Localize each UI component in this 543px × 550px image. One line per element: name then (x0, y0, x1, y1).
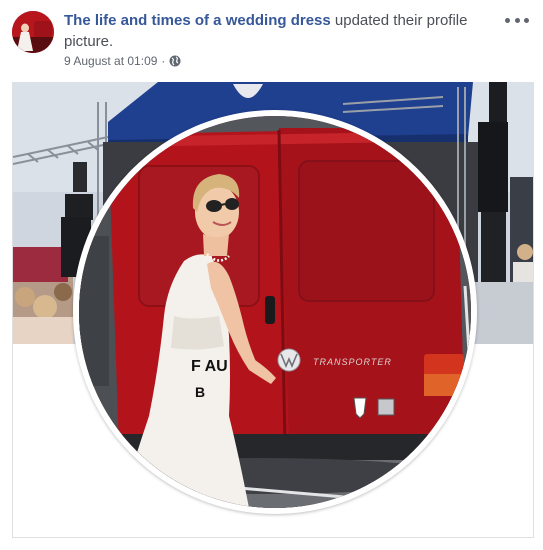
page-name-link[interactable]: The life and times of a wedding dress (64, 12, 331, 29)
post-photo[interactable]: F AU TRANSPORTER B (12, 82, 534, 538)
more-dot (505, 17, 510, 23)
globe-icon[interactable] (169, 55, 181, 67)
post-timestamp[interactable]: 9 August at 01:09 (64, 53, 157, 69)
post-meta: 9 August at 01:09 · (64, 53, 181, 69)
post-header: The life and times of a wedding dress up… (64, 10, 494, 52)
more-dot (524, 17, 529, 23)
van-model-badge: TRANSPORTER (313, 357, 392, 367)
feed-post: The life and times of a wedding dress up… (0, 0, 543, 550)
profile-picture[interactable]: F AU TRANSPORTER B (73, 110, 477, 514)
meta-separator: · (161, 54, 166, 68)
page-avatar[interactable] (12, 11, 54, 53)
license-plate-text: F AU (191, 358, 228, 375)
more-options-icon[interactable] (505, 12, 529, 28)
more-dot (514, 17, 520, 23)
country-sticker-text: B (195, 384, 205, 400)
